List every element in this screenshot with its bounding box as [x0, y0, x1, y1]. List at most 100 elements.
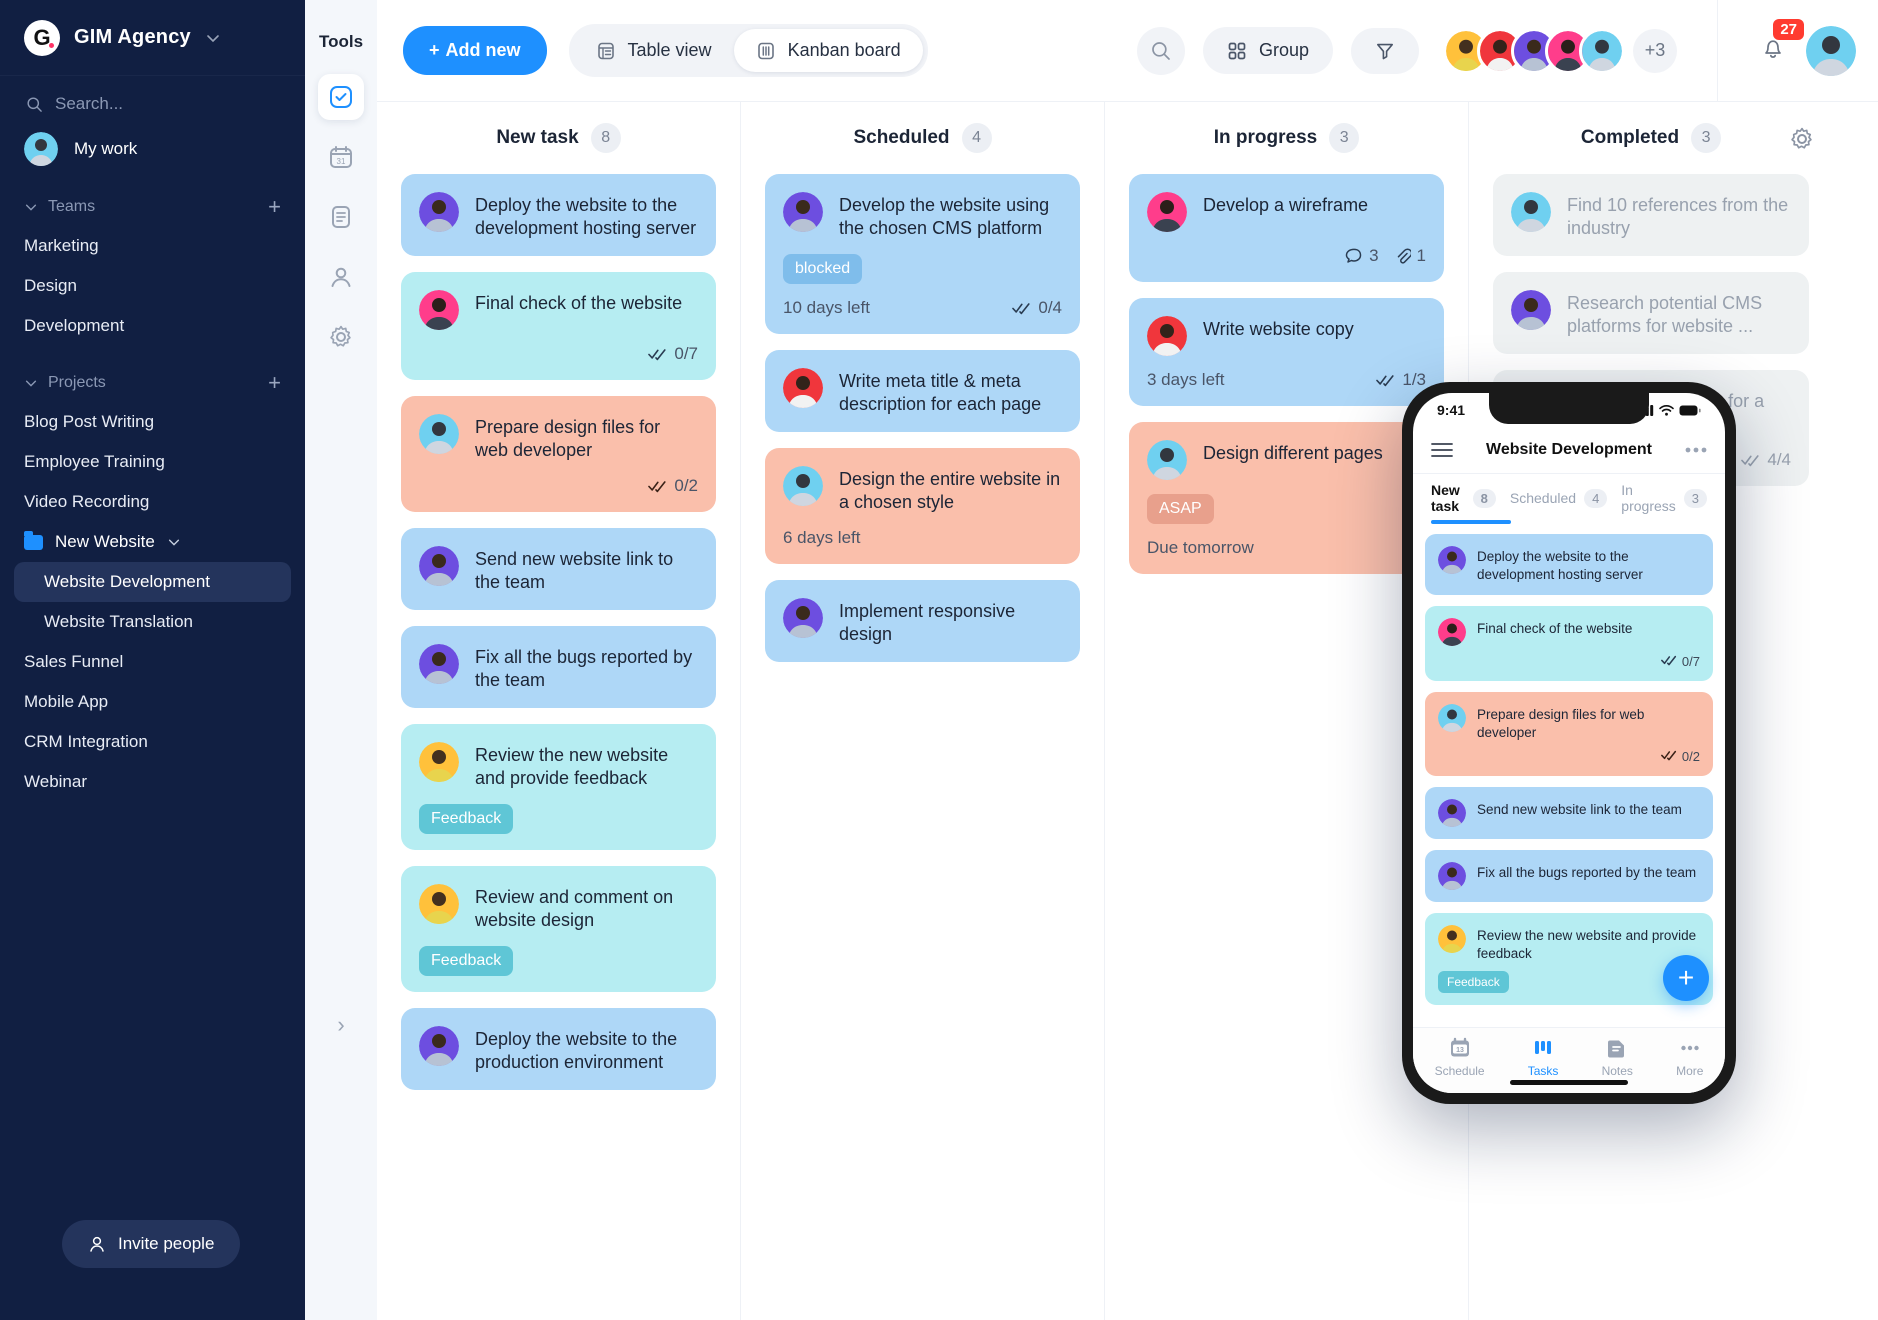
- section-label: Teams: [48, 198, 96, 215]
- wifi-icon: [1659, 404, 1674, 416]
- sidebar-section-projects[interactable]: Projects +: [0, 346, 305, 402]
- task-title: Implement responsive design: [839, 601, 1016, 645]
- phone-task-card[interactable]: Final check of the website 0/7: [1425, 606, 1713, 682]
- sidebar-item-development[interactable]: Development: [0, 306, 305, 346]
- column-header: New task 8: [401, 102, 716, 174]
- tool-tasks[interactable]: [318, 74, 364, 120]
- tool-calendar[interactable]: 31: [318, 134, 364, 180]
- phone-nav-tasks[interactable]: Tasks: [1528, 1037, 1558, 1078]
- folder-label: New Website: [55, 532, 155, 551]
- double-check-icon: [1661, 751, 1676, 761]
- paperclip-icon: [1397, 248, 1411, 264]
- person-add-icon: [90, 1236, 104, 1252]
- add-team-button[interactable]: +: [268, 196, 281, 218]
- phone-task-list[interactable]: Deploy the website to the development ho…: [1413, 524, 1725, 1027]
- task-card[interactable]: Final check of the website 0/7: [401, 272, 716, 381]
- hamburger-icon[interactable]: [1431, 442, 1453, 458]
- current-user-avatar[interactable]: [1806, 25, 1878, 76]
- task-card[interactable]: Send new website link to the team: [401, 528, 716, 611]
- task-card[interactable]: Write meta title & meta description for …: [765, 350, 1080, 433]
- task-meta: 0/7: [419, 344, 698, 364]
- notifications-button[interactable]: 27: [1758, 19, 1804, 68]
- task-card[interactable]: Write website copy 3 days left 1/3: [1129, 298, 1444, 406]
- phone-tab-scheduled[interactable]: Scheduled 4: [1510, 488, 1608, 518]
- sidebar-item-crm-integration[interactable]: CRM Integration: [0, 722, 305, 762]
- phone-tab-in-progress[interactable]: In progress 3: [1621, 482, 1707, 524]
- task-card[interactable]: Implement responsive design: [765, 580, 1080, 663]
- avatar: [783, 598, 823, 639]
- search-button[interactable]: [1136, 26, 1185, 75]
- sidebar-search[interactable]: Search...: [0, 76, 305, 124]
- tab-label: Kanban board: [787, 40, 901, 60]
- tab-kanban-board[interactable]: Kanban board: [733, 29, 923, 72]
- tool-notes[interactable]: [318, 194, 364, 240]
- phone-nav-more[interactable]: More: [1676, 1037, 1703, 1078]
- phone-task-card[interactable]: Prepare design files for web developer 0…: [1425, 692, 1713, 777]
- sidebar-item-webinar[interactable]: Webinar: [0, 762, 305, 802]
- phone-home-indicator: [1510, 1080, 1628, 1085]
- tools-title: Tools: [318, 32, 364, 51]
- battery-icon: [1679, 405, 1701, 415]
- group-button[interactable]: Group: [1202, 27, 1333, 74]
- tool-contacts[interactable]: [318, 254, 364, 300]
- sidebar-item-employee-training[interactable]: Employee Training: [0, 442, 305, 482]
- checklist-indicator: 4/4: [1741, 450, 1791, 470]
- task-card[interactable]: Develop the website using the chosen CMS…: [765, 174, 1080, 335]
- sidebar-item-website-development[interactable]: Website Development: [14, 562, 291, 602]
- sidebar-folder-new-website[interactable]: New Website: [0, 522, 305, 562]
- double-check-icon: [648, 349, 666, 361]
- add-new-button[interactable]: + Add new: [403, 26, 547, 75]
- avatar: [1579, 27, 1625, 74]
- task-meta: 0/7: [1438, 654, 1700, 669]
- tool-settings[interactable]: [318, 314, 364, 360]
- plus-icon: +: [429, 40, 440, 60]
- tab-table-view[interactable]: Table view: [574, 29, 734, 72]
- sidebar-item-website-translation[interactable]: Website Translation: [0, 602, 305, 642]
- tab-count: 8: [1472, 488, 1496, 508]
- workspace-switcher[interactable]: G GIM Agency: [0, 0, 305, 76]
- toolbar-right: Group +3 27: [1136, 0, 1878, 102]
- task-meta: Due tomorrow: [1147, 538, 1426, 558]
- add-task-fab[interactable]: +: [1663, 955, 1709, 1001]
- comments-indicator: 3: [1345, 246, 1379, 266]
- task-card[interactable]: Develop a wireframe 3 1: [1129, 174, 1444, 282]
- sidebar-section-teams[interactable]: Teams +: [0, 170, 305, 226]
- sidebar-item-video-recording[interactable]: Video Recording: [0, 482, 305, 522]
- board-settings-button[interactable]: [1789, 126, 1815, 157]
- kanban-icon: [757, 42, 774, 59]
- task-card[interactable]: Fix all the bugs reported by the team: [401, 626, 716, 709]
- active-tab-indicator: [1431, 520, 1511, 524]
- task-card[interactable]: Prepare design files for web developer 0…: [401, 396, 716, 513]
- collapse-rail-button[interactable]: ›: [337, 1012, 344, 1038]
- more-members-count[interactable]: +3: [1633, 28, 1677, 73]
- avatar: [1806, 25, 1856, 76]
- filter-button[interactable]: [1351, 27, 1419, 74]
- sidebar-item-mobile-app[interactable]: Mobile App: [0, 682, 305, 722]
- task-title: Find 10 references from the industry: [1567, 195, 1789, 239]
- task-card[interactable]: Find 10 references from the industry: [1493, 174, 1809, 257]
- phone-tab-new-task[interactable]: New task 8: [1431, 482, 1496, 524]
- sidebar-item-design[interactable]: Design: [0, 266, 305, 306]
- sidebar-item-blog-post-writing[interactable]: Blog Post Writing: [0, 402, 305, 442]
- sidebar-item-marketing[interactable]: Marketing: [0, 226, 305, 266]
- phone-task-card[interactable]: Send new website link to the team: [1425, 787, 1713, 840]
- phone-task-card[interactable]: Fix all the bugs reported by the team: [1425, 850, 1713, 903]
- member-avatars[interactable]: +3: [1443, 27, 1677, 74]
- status-time: 9:41: [1437, 402, 1466, 418]
- task-card[interactable]: Design the entire website in a chosen st…: [765, 448, 1080, 565]
- task-card[interactable]: Research potential CMS platforms for web…: [1493, 272, 1809, 355]
- task-card[interactable]: Deploy the website to the production env…: [401, 1008, 716, 1091]
- sidebar-item-sales-funnel[interactable]: Sales Funnel: [0, 642, 305, 682]
- more-horizontal-icon[interactable]: [1685, 447, 1707, 453]
- task-card[interactable]: Review and comment on website design Fee…: [401, 866, 716, 993]
- add-project-button[interactable]: +: [268, 372, 281, 394]
- task-card[interactable]: Review the new website and provide feedb…: [401, 724, 716, 851]
- phone-nav-notes[interactable]: Notes: [1602, 1037, 1633, 1078]
- task-card[interactable]: Deploy the website to the development ho…: [401, 174, 716, 257]
- sidebar-item-my-work[interactable]: My work: [0, 124, 305, 170]
- phone-task-card[interactable]: Deploy the website to the development ho…: [1425, 534, 1713, 596]
- avatar: [1438, 704, 1466, 733]
- phone-nav-schedule[interactable]: 13 Schedule: [1435, 1037, 1485, 1078]
- invite-people-button[interactable]: Invite people: [62, 1220, 241, 1268]
- task-card[interactable]: Design different pages ASAP Due tomorrow: [1129, 422, 1444, 574]
